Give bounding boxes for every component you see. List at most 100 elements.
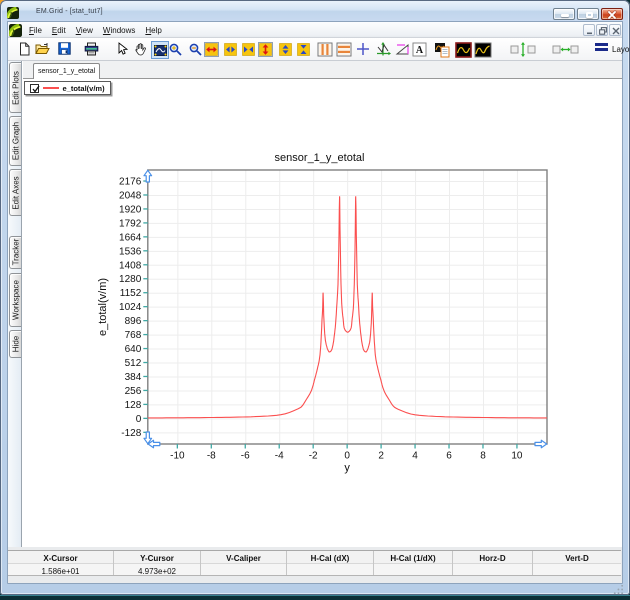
cursor-arrow-button[interactable] (115, 42, 129, 57)
status-header: Y-Cursor (114, 551, 200, 563)
slope-triangle-button[interactable] (395, 42, 409, 57)
status-col-h-cal-1-dx-: H-Cal (1/dX) (373, 551, 452, 575)
status-header: Vert-D (533, 551, 621, 563)
expand-y-button[interactable] (258, 42, 272, 57)
svg-text:2048: 2048 (119, 190, 142, 201)
y-axis-label: e_total(v/m) (97, 278, 109, 336)
svg-text:4: 4 (412, 451, 418, 462)
checkmark-icon (32, 85, 40, 93)
svg-text:1792: 1792 (119, 218, 142, 229)
zoom-in-button[interactable] (168, 42, 182, 57)
svg-text:-10: -10 (170, 451, 185, 462)
tracker-axes-button[interactable] (375, 42, 389, 57)
caliper-vertical-button[interactable] (317, 42, 331, 57)
layout-button[interactable]: Layout (595, 42, 609, 57)
align-vertical-button[interactable] (510, 42, 524, 57)
save-button[interactable] (58, 42, 72, 57)
chart-title: sensor_1_y_etotal (275, 152, 365, 164)
svg-text:-6: -6 (241, 451, 250, 462)
expand-x-button[interactable] (204, 42, 218, 57)
x-axis-label: y (344, 462, 350, 474)
resize-grip[interactable] (612, 583, 624, 595)
svg-text:2: 2 (378, 451, 384, 462)
arrows-y-out-button[interactable] (278, 42, 292, 57)
app-icon[interactable] (7, 7, 19, 19)
window-title: EM.Grid - [stat_tut7] (36, 8, 103, 15)
svg-text:0: 0 (136, 414, 142, 425)
status-col-y-cursor: Y-Cursor4.973e+02 (113, 551, 200, 575)
pan-hand-button[interactable] (134, 42, 148, 57)
status-value (201, 563, 286, 575)
legend-checkbox[interactable] (30, 84, 39, 93)
crosshair-button[interactable] (356, 42, 370, 57)
caliper-horizontal-button[interactable] (336, 42, 350, 57)
plot-style-dark-button[interactable] (455, 42, 469, 57)
client-area: Edit PlotsEdit GraphEdit AxesTrackerWork… (8, 61, 622, 547)
svg-text:256: 256 (125, 386, 142, 397)
svg-text:-8: -8 (207, 451, 216, 462)
minimize-icon (561, 14, 569, 17)
svg-text:8: 8 (480, 451, 486, 462)
mdi-minimize-button[interactable] (583, 24, 595, 36)
svg-text:1664: 1664 (119, 232, 142, 243)
copy-plot-button[interactable] (434, 42, 448, 57)
y-axis-max-arrow[interactable] (144, 170, 152, 182)
menu-edit[interactable]: Edit (47, 22, 71, 38)
new-document-button[interactable] (18, 42, 32, 57)
maximize-button[interactable] (577, 8, 599, 20)
toolbar: A Layout (8, 38, 622, 61)
status-header: X-Cursor (8, 551, 113, 563)
menu-windows[interactable]: Windows (98, 22, 140, 38)
svg-text:A: A (416, 45, 424, 56)
chart-grid (148, 170, 547, 444)
zoom-window-button[interactable] (151, 41, 169, 59)
menu-help[interactable]: Help (140, 22, 166, 38)
close-icon (601, 9, 623, 21)
arrows-x-in-button[interactable] (241, 42, 255, 57)
svg-text:896: 896 (125, 316, 142, 327)
status-col-v-caliper: V-Caliper (200, 551, 286, 575)
chart-canvas: -10-8-6-4-20246810-128012825638451264076… (8, 61, 622, 547)
svg-text:10: 10 (511, 451, 523, 462)
plot-style-dark-2-button[interactable] (474, 42, 488, 57)
app-window: EM.Grid - [stat_tut7] FileEditViewWindow… (0, 0, 630, 595)
x-axis-max-arrow[interactable] (535, 440, 547, 448)
text-annotation-button[interactable]: A (412, 42, 426, 57)
svg-text:640: 640 (125, 344, 142, 355)
desktop-edge-line (0, 595, 630, 596)
svg-text:0: 0 (344, 451, 350, 462)
print-button[interactable] (84, 42, 98, 57)
close-button[interactable] (601, 8, 623, 20)
status-value: 4.973e+02 (114, 563, 200, 575)
svg-text:1024: 1024 (119, 302, 142, 313)
status-col-horz-d: Horz-D (452, 551, 532, 575)
plot-tab[interactable]: sensor_1_y_etotal (33, 63, 100, 79)
svg-text:512: 512 (125, 358, 142, 369)
menu-file[interactable]: File (24, 22, 47, 38)
legend-series-label: e_total(v/m) (63, 84, 105, 93)
svg-text:384: 384 (125, 372, 142, 383)
arrows-y-in-button[interactable] (296, 42, 310, 57)
svg-text:128: 128 (125, 400, 142, 411)
svg-text:1280: 1280 (119, 274, 142, 285)
arrows-x-out-button[interactable] (223, 42, 237, 57)
mdi-close-button[interactable] (609, 24, 621, 36)
menu-view[interactable]: View (71, 22, 98, 38)
svg-text:1536: 1536 (119, 246, 142, 257)
open-file-button[interactable] (35, 42, 49, 57)
svg-text:1920: 1920 (119, 204, 142, 215)
minimize-button[interactable] (553, 8, 575, 20)
status-value (533, 563, 621, 575)
align-horizontal-button[interactable] (552, 42, 566, 57)
svg-text:768: 768 (125, 330, 142, 341)
document-icon[interactable] (9, 24, 22, 37)
mdi-window-controls (583, 24, 621, 36)
mdi-restore-button[interactable] (596, 24, 608, 36)
svg-text:6: 6 (446, 451, 452, 462)
status-header: H-Cal (dX) (287, 551, 373, 563)
desktop: { "window": { "title": "EM.Grid - [stat_… (0, 0, 630, 600)
maximize-icon (586, 12, 593, 18)
zoom-out-button[interactable] (188, 42, 202, 57)
menu-items: FileEditViewWindowsHelp (24, 22, 167, 38)
menu-bar: FileEditViewWindowsHelp (8, 22, 622, 38)
